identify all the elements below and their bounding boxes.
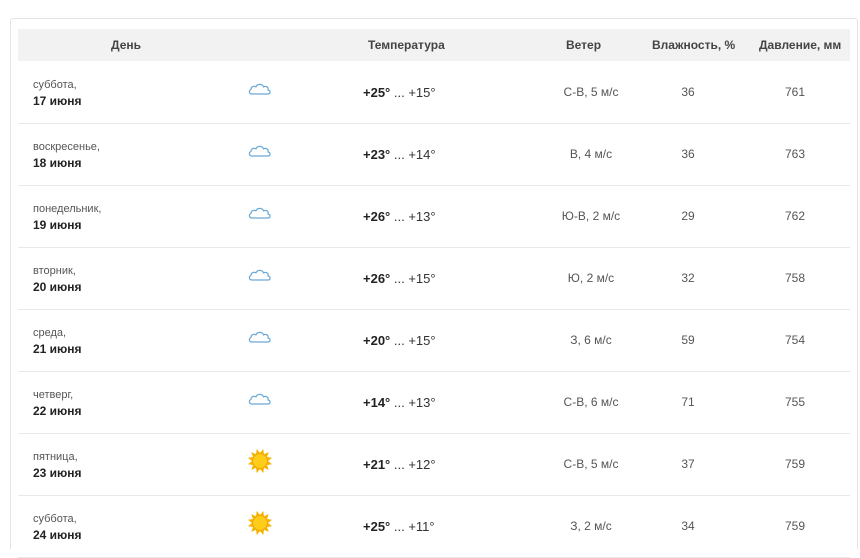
- table-row: среда, 21 июня +20° ... +15° З, 6 м/с 59 754: [18, 310, 850, 372]
- temperature-high: +26°: [363, 209, 391, 224]
- temperature-low: ... +15°: [390, 271, 436, 286]
- day-date: 24 июня: [33, 528, 82, 542]
- humidity-cell: 59: [681, 333, 695, 347]
- temperature-low: ... +15°: [390, 333, 436, 348]
- temperature-high: +25°: [363, 519, 391, 534]
- humidity-cell: 29: [681, 209, 695, 223]
- temperature-high: +20°: [363, 333, 391, 348]
- temperature-low: ... +14°: [390, 147, 436, 162]
- day-name: суббота,: [33, 79, 77, 91]
- day-name: пятница,: [33, 451, 78, 463]
- temperature-high: +23°: [363, 147, 391, 162]
- table-row: суббота, 24 июня +25° ... +11° З, 2 м/с 34 75…: [18, 496, 850, 558]
- temperature-high: +14°: [363, 395, 391, 410]
- pressure-cell: 763: [784, 147, 806, 161]
- cloud-icon: [246, 323, 274, 351]
- sun-icon: [246, 447, 274, 475]
- temperature-high: +25°: [363, 85, 391, 100]
- forecast-table: День Температура Ветер Влажность, % Давл…: [10, 18, 858, 558]
- sun-icon: [246, 509, 274, 537]
- temperature-high: +21°: [363, 457, 391, 472]
- wind-cell: С-В, 5 м/с: [563, 85, 619, 99]
- cloud-icon: [246, 199, 274, 227]
- table-header: День Температура Ветер Влажность, % Давл…: [18, 29, 850, 61]
- table-row: воскресенье, 18 июня +23° ... +14° В, 4 м/с…: [18, 124, 850, 186]
- cloud-icon: [246, 75, 274, 103]
- day-name: вторник,: [33, 265, 76, 277]
- temperature-cell: +26° ... +15°: [363, 248, 436, 309]
- cloud-icon: [246, 261, 274, 289]
- pressure-cell: 759: [784, 519, 806, 533]
- pressure-cell: 755: [784, 395, 806, 409]
- day-date: 18 июня: [33, 156, 82, 170]
- wind-cell: Ю, 2 м/с: [567, 271, 615, 285]
- table-row: вторник, 20 июня +26° ... +15° Ю, 2 м/с 32 75…: [18, 248, 850, 310]
- wind-cell: Ю-В, 2 м/с: [561, 209, 621, 223]
- wind-cell: В, 4 м/с: [569, 147, 613, 161]
- temperature-high: +26°: [363, 271, 391, 286]
- humidity-cell: 32: [681, 271, 695, 285]
- day-date: 17 июня: [33, 94, 82, 108]
- table-row: понедельник, 19 июня +26° ... +13° Ю-В, 2 м…: [18, 186, 850, 248]
- temperature-cell: +25° ... +11°: [363, 496, 435, 557]
- temperature-low: ... +12°: [390, 457, 436, 472]
- header-wind: Ветер: [566, 38, 602, 52]
- humidity-cell: 34: [681, 519, 695, 533]
- temperature-cell: +20° ... +15°: [363, 310, 436, 371]
- wind-cell: З, 6 м/с: [570, 333, 612, 347]
- humidity-cell: 37: [681, 457, 695, 471]
- day-cell: вторник, 20 июня: [33, 263, 82, 295]
- day-date: 23 июня: [33, 466, 82, 480]
- day-cell: воскресенье, 18 июня: [33, 139, 100, 171]
- table-row: пятница, 23 июня +21° ... +12° С-В, 5 м/с 37…: [18, 434, 850, 496]
- temperature-cell: +14° ... +13°: [363, 372, 436, 433]
- pressure-cell: 759: [784, 457, 806, 471]
- temperature-low: ... +11°: [390, 519, 435, 534]
- day-date: 20 июня: [33, 280, 82, 294]
- pressure-cell: 754: [784, 333, 806, 347]
- table-row: четверг, 22 июня +14° ... +13° С-В, 6 м/с 71…: [18, 372, 850, 434]
- header-pressure: Давление, мм: [759, 38, 842, 52]
- temperature-cell: +23° ... +14°: [363, 124, 436, 185]
- wind-cell: С-В, 6 м/с: [563, 395, 619, 409]
- day-name: среда,: [33, 327, 67, 339]
- day-date: 22 июня: [33, 404, 82, 418]
- day-name: воскресенье,: [33, 141, 100, 153]
- day-name: суббота,: [33, 513, 77, 525]
- day-cell: среда, 21 июня: [33, 325, 82, 357]
- day-cell: суббота, 17 июня: [33, 77, 82, 109]
- day-date: 19 июня: [33, 218, 82, 232]
- temperature-low: ... +13°: [390, 395, 436, 410]
- wind-cell: З, 2 м/с: [570, 519, 612, 533]
- header-temperature: Температура: [368, 38, 445, 52]
- temperature-low: ... +15°: [390, 85, 436, 100]
- temperature-cell: +21° ... +12°: [363, 434, 436, 495]
- temperature-low: ... +13°: [390, 209, 436, 224]
- wind-cell: С-В, 5 м/с: [563, 457, 619, 471]
- cloud-icon: [246, 385, 274, 413]
- day-name: четверг,: [33, 389, 74, 401]
- day-cell: четверг, 22 июня: [33, 387, 82, 419]
- day-cell: пятница, 23 июня: [33, 449, 82, 481]
- temperature-cell: +26° ... +13°: [363, 186, 436, 247]
- temperature-cell: +25° ... +15°: [363, 62, 436, 123]
- pressure-cell: 761: [784, 85, 806, 99]
- pressure-cell: 762: [784, 209, 806, 223]
- day-cell: суббота, 24 июня: [33, 511, 82, 543]
- humidity-cell: 36: [681, 147, 695, 161]
- humidity-cell: 36: [681, 85, 695, 99]
- table-row: суббота, 17 июня +25° ... +15° С-В, 5 м/с 36…: [18, 62, 850, 124]
- cloud-icon: [246, 137, 274, 165]
- humidity-cell: 71: [681, 395, 695, 409]
- pressure-cell: 758: [784, 271, 806, 285]
- day-date: 21 июня: [33, 342, 82, 356]
- day-cell: понедельник, 19 июня: [33, 201, 101, 233]
- day-name: понедельник,: [33, 203, 102, 215]
- header-humidity: Влажность, %: [652, 38, 736, 52]
- header-day: День: [111, 38, 141, 52]
